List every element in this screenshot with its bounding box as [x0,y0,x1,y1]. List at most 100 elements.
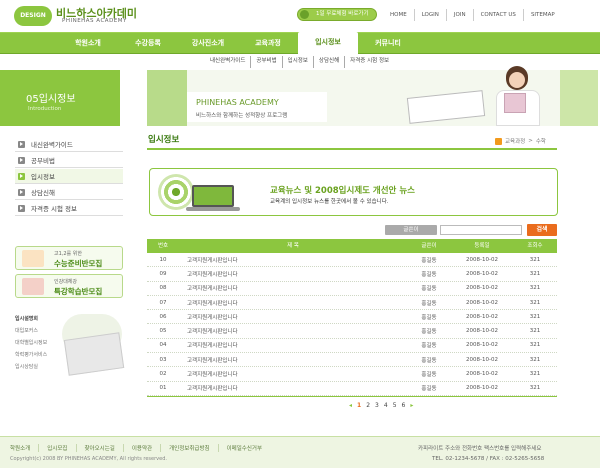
cell-num: 01 [159,385,167,392]
home-icon[interactable] [495,137,502,145]
table-row[interactable]: 09 고객지원게시판입니다 홍길동 2008-10-02 321 [147,267,557,282]
side-menu-item[interactable]: 내신완벽가이드 [15,137,123,152]
page-number[interactable]: 4 [384,402,388,409]
breadcrumb-item[interactable]: 수학 [536,137,546,145]
top-menu-home[interactable]: HOME [383,9,414,21]
cell-title[interactable]: 고객지원게시판입니다 [179,284,407,292]
promo-big-text: 수능준비반모집 [54,259,103,268]
logo-subtitle: PHINEHAS ACADEMY [62,18,127,24]
top-menu-sitemap[interactable]: SITEMAP [522,9,562,21]
nav-item-admission-info[interactable]: 입시정보 [298,32,358,56]
table-row[interactable]: 05 고객지원게시판입니다 홍길동 2008-10-02 321 [147,324,557,339]
cell-num: 07 [159,299,167,306]
side-menu-item[interactable]: 공부비법 [15,153,123,168]
sub-nav-item[interactable]: 자격증 시험 정보 [344,56,394,68]
nav-item-community[interactable]: 커뮤니티 [358,33,418,53]
promo-suneung-banner[interactable]: 고1,2를 위한 수능준비반모집 [15,246,123,270]
quick-link[interactable]: 대학별입시정보 [15,337,70,349]
footer-link[interactable]: 학원소개 [10,444,38,452]
table-row[interactable]: 10 고객지원게시판입니다 홍길동 2008-10-02 321 [147,253,557,268]
side-menu-item[interactable]: 상담신해 [15,185,123,200]
cell-date: 2008-10-02 [466,342,498,349]
cell-date: 2008-10-02 [466,256,498,263]
page-number[interactable]: 1 [357,402,361,409]
cell-title[interactable]: 고객지원게시판입니다 [179,299,407,307]
side-menu-item[interactable]: 입시정보 [15,169,123,184]
quick-link[interactable]: 대입포커스 [15,325,70,337]
quick-link[interactable]: 입시상담실 [15,361,70,373]
sub-nav-item[interactable]: 공부비법 [250,56,281,68]
arrow-bullet-icon [18,172,25,180]
page-number[interactable]: 6 [402,402,406,409]
side-menu-item[interactable]: 자격증 시험 정보 [15,201,123,216]
free-trial-button[interactable]: 1일 무료체험 바로가기 [297,8,377,21]
table-row[interactable]: 06 고객지원게시판입니다 홍길동 2008-10-02 321 [147,310,557,325]
sub-nav-item[interactable]: 입시정보 [281,56,313,68]
prev-page-icon[interactable]: ◂ [349,402,352,409]
cell-author: 홍길동 [421,314,437,321]
table-row[interactable]: 07 고객지원게시판입니다 홍길동 2008-10-02 321 [147,296,557,311]
breadcrumb-item[interactable]: 교육과정 [505,137,525,145]
cell-views: 321 [529,270,541,277]
quick-links-head[interactable]: 입시설명회 [15,313,70,325]
side-banner-subtitle: Introduction [28,106,62,112]
arrow-bullet-icon [18,140,25,148]
top-menu-join[interactable]: JOIN [445,9,473,21]
cell-num: 03 [159,356,167,363]
cell-title[interactable]: 고객지원게시판입니다 [179,256,407,264]
page-number[interactable]: 2 [366,402,370,409]
sub-nav: 내신완벽가이드 공부비법 입시정보 상담신해 자격증 시험 정보 [205,56,394,68]
footer-link[interactable]: 이메일수신거부 [217,444,270,452]
cell-title[interactable]: 고객지원게시판입니다 [179,270,407,278]
top-menu-contact[interactable]: CONTACT US [472,9,523,21]
table-row[interactable]: 01 고객지원게시판입니다 홍길동 2008-10-02 321 [147,382,557,396]
table-row[interactable]: 04 고객지원게시판입니다 홍길동 2008-10-02 321 [147,339,557,354]
cell-date: 2008-10-02 [466,385,498,392]
page-number[interactable]: 3 [375,402,379,409]
search-button[interactable]: 검색 [527,224,557,236]
search-input[interactable] [440,225,522,235]
next-page-icon[interactable]: ▸ [410,402,413,409]
logo-badge[interactable]: DESIGN [14,6,52,26]
cell-author: 홍길동 [421,343,437,350]
table-row[interactable]: 02 고객지원게시판입니다 홍길동 2008-10-02 321 [147,367,557,382]
cell-views: 321 [529,342,541,349]
table-bottom-line [147,396,557,397]
top-menu: HOME LOGIN JOIN CONTACT US SITEMAP [383,9,562,21]
header-date: 등록일 [474,243,490,249]
page-number[interactable]: 5 [393,402,397,409]
side-menu-label: 공부비법 [31,157,55,165]
table-row[interactable]: 08 고객지원게시판입니다 홍길동 2008-10-02 321 [147,282,557,296]
breadcrumb-separator: > [528,138,533,144]
cell-title[interactable]: 고객지원게시판입니다 [179,370,407,378]
footer-link[interactable]: 개인정보취급방침 [160,444,217,452]
cell-date: 2008-10-02 [466,313,498,320]
table-header: 번호 제 목 글쓴이 등록일 조회수 [147,239,557,253]
cell-title[interactable]: 고객지원게시판입니다 [179,327,407,335]
header-views: 조회수 [527,243,543,249]
footer-link[interactable]: 이용약관 [122,444,160,452]
cell-title[interactable]: 고객지원게시판입니다 [179,384,407,392]
sub-nav-item[interactable]: 내신완벽가이드 [205,56,250,68]
cell-author: 홍길동 [421,386,437,393]
quick-link[interactable]: 학력평가서비스 [15,349,70,361]
nav-item-curriculum[interactable]: 교육과정 [238,33,298,53]
cell-title[interactable]: 고객지원게시판입니다 [179,313,407,321]
nav-item-registration[interactable]: 수강등록 [118,33,178,53]
search-field-select[interactable]: 글쓴이 [385,225,437,235]
footer-link[interactable]: 입시모집 [38,444,75,452]
nav-item-academy[interactable]: 학원소개 [58,33,118,53]
arrow-bullet-icon [18,156,25,164]
nav-item-instructors[interactable]: 강사진소개 [178,33,238,53]
top-menu-login[interactable]: LOGIN [413,9,446,21]
cell-title[interactable]: 고객지원게시판입니다 [179,341,407,349]
table-row[interactable]: 03 고객지원게시판입니다 홍길동 2008-10-02 321 [147,353,557,368]
sub-nav-item[interactable]: 상담신해 [312,56,344,68]
cell-author: 홍길동 [421,329,437,336]
cell-views: 321 [529,299,541,306]
bar-chart-icon [22,278,44,295]
cell-title[interactable]: 고객지원게시판입니다 [179,356,407,364]
promo-special-lecture-banner[interactable]: 인강대체강 특강학습반모집 [15,274,123,298]
cell-author: 홍길동 [421,286,437,293]
footer-link[interactable]: 찾아오시는길 [75,444,123,452]
